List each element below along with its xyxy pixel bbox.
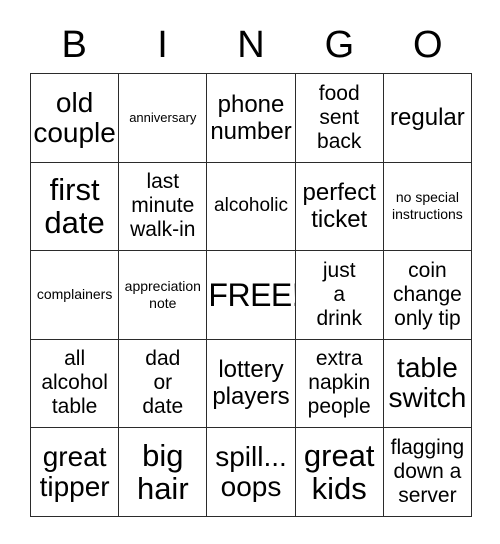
bingo-cell-label: table switch (388, 352, 467, 414)
bingo-header-row: B I N G O (30, 16, 472, 73)
bingo-cell[interactable]: appreciation note (119, 251, 208, 340)
bingo-cell-label: alcoholic (214, 195, 288, 217)
bingo-header-letter-o: O (412, 23, 443, 66)
bingo-cell[interactable]: perfect ticket (295, 162, 384, 251)
bingo-cell[interactable]: flagging down a server (383, 428, 473, 517)
bingo-cell[interactable]: no special instructions (383, 162, 473, 251)
bingo-grid: old couple anniversary phone number food… (30, 73, 473, 517)
bingo-cell-label: spill... oops (215, 440, 287, 502)
bingo-row: all alcohol table dad or date lottery pl… (31, 339, 473, 428)
bingo-cell[interactable]: alcoholic (207, 162, 296, 251)
bingo-cell[interactable]: coin change only tip (383, 251, 473, 340)
bingo-cell[interactable]: all alcohol table (31, 339, 120, 428)
bingo-cell[interactable]: food sent back (295, 74, 384, 163)
bingo-cell[interactable]: anniversary (119, 74, 208, 163)
bingo-header-letter-b: B (61, 23, 87, 66)
bingo-cell-label: extra napkin people (307, 347, 371, 419)
bingo-row: complainers appreciation note FREE! just… (31, 251, 473, 340)
bingo-cell[interactable]: just a drink (295, 251, 384, 340)
bingo-cell[interactable]: big hair (119, 428, 208, 517)
bingo-cell[interactable]: regular (383, 74, 473, 163)
bingo-cell-label: coin change only tip (392, 258, 462, 330)
bingo-row: old couple anniversary phone number food… (31, 74, 473, 163)
bingo-cell[interactable]: spill... oops (207, 428, 296, 517)
bingo-cell-label: last minute walk-in (130, 170, 196, 242)
bingo-cell-label: food sent back (317, 81, 362, 153)
bingo-cell[interactable]: table switch (383, 339, 473, 428)
bingo-row: great tipper big hair spill... oops grea… (31, 428, 473, 517)
bingo-card: B I N G O old couple anniversary phone n… (30, 16, 473, 517)
bingo-cell-label: dad or date (142, 347, 184, 419)
bingo-cell-label: first date (44, 172, 105, 241)
bingo-cell[interactable]: dad or date (119, 339, 208, 428)
bingo-cell[interactable]: last minute walk-in (119, 162, 208, 251)
bingo-cell-label: complainers (36, 286, 113, 303)
bingo-cell-label: regular (390, 104, 465, 132)
bingo-cell[interactable]: first date (31, 162, 120, 251)
bingo-cell-label: old couple (33, 86, 116, 148)
bingo-cell[interactable]: great kids (295, 428, 384, 517)
bingo-header-letter-n: N (237, 23, 265, 66)
bingo-row: first date last minute walk-in alcoholic… (31, 162, 473, 251)
bingo-cell-label: FREE! (208, 276, 296, 313)
bingo-cell-label: anniversary (129, 109, 197, 125)
bingo-cell-label: phone number (210, 90, 292, 145)
bingo-cell[interactable]: great tipper (31, 428, 120, 517)
bingo-cell[interactable]: old couple (31, 74, 120, 163)
bingo-header-letter-i: I (157, 23, 168, 66)
bingo-cell[interactable]: phone number (207, 74, 296, 163)
bingo-cell-label: great tipper (39, 440, 110, 502)
bingo-cell[interactable]: complainers (31, 251, 120, 340)
bingo-cell-label: just a drink (316, 258, 362, 330)
bingo-cell[interactable]: extra napkin people (295, 339, 384, 428)
bingo-header-letter-g: G (324, 23, 355, 66)
bingo-cell-label: appreciation note (124, 277, 201, 311)
bingo-cell-label: big hair (136, 437, 189, 506)
bingo-cell-label: lottery players (212, 356, 290, 411)
bingo-cell-free-space[interactable]: FREE! (207, 251, 296, 340)
bingo-cell-label: great kids (303, 437, 375, 506)
bingo-cell-label: perfect ticket (302, 179, 376, 234)
bingo-cell-label: all alcohol table (41, 347, 108, 419)
bingo-cell-label: flagging down a server (390, 435, 465, 507)
bingo-cell-label: no special instructions (392, 189, 463, 223)
bingo-cell[interactable]: lottery players (207, 339, 296, 428)
